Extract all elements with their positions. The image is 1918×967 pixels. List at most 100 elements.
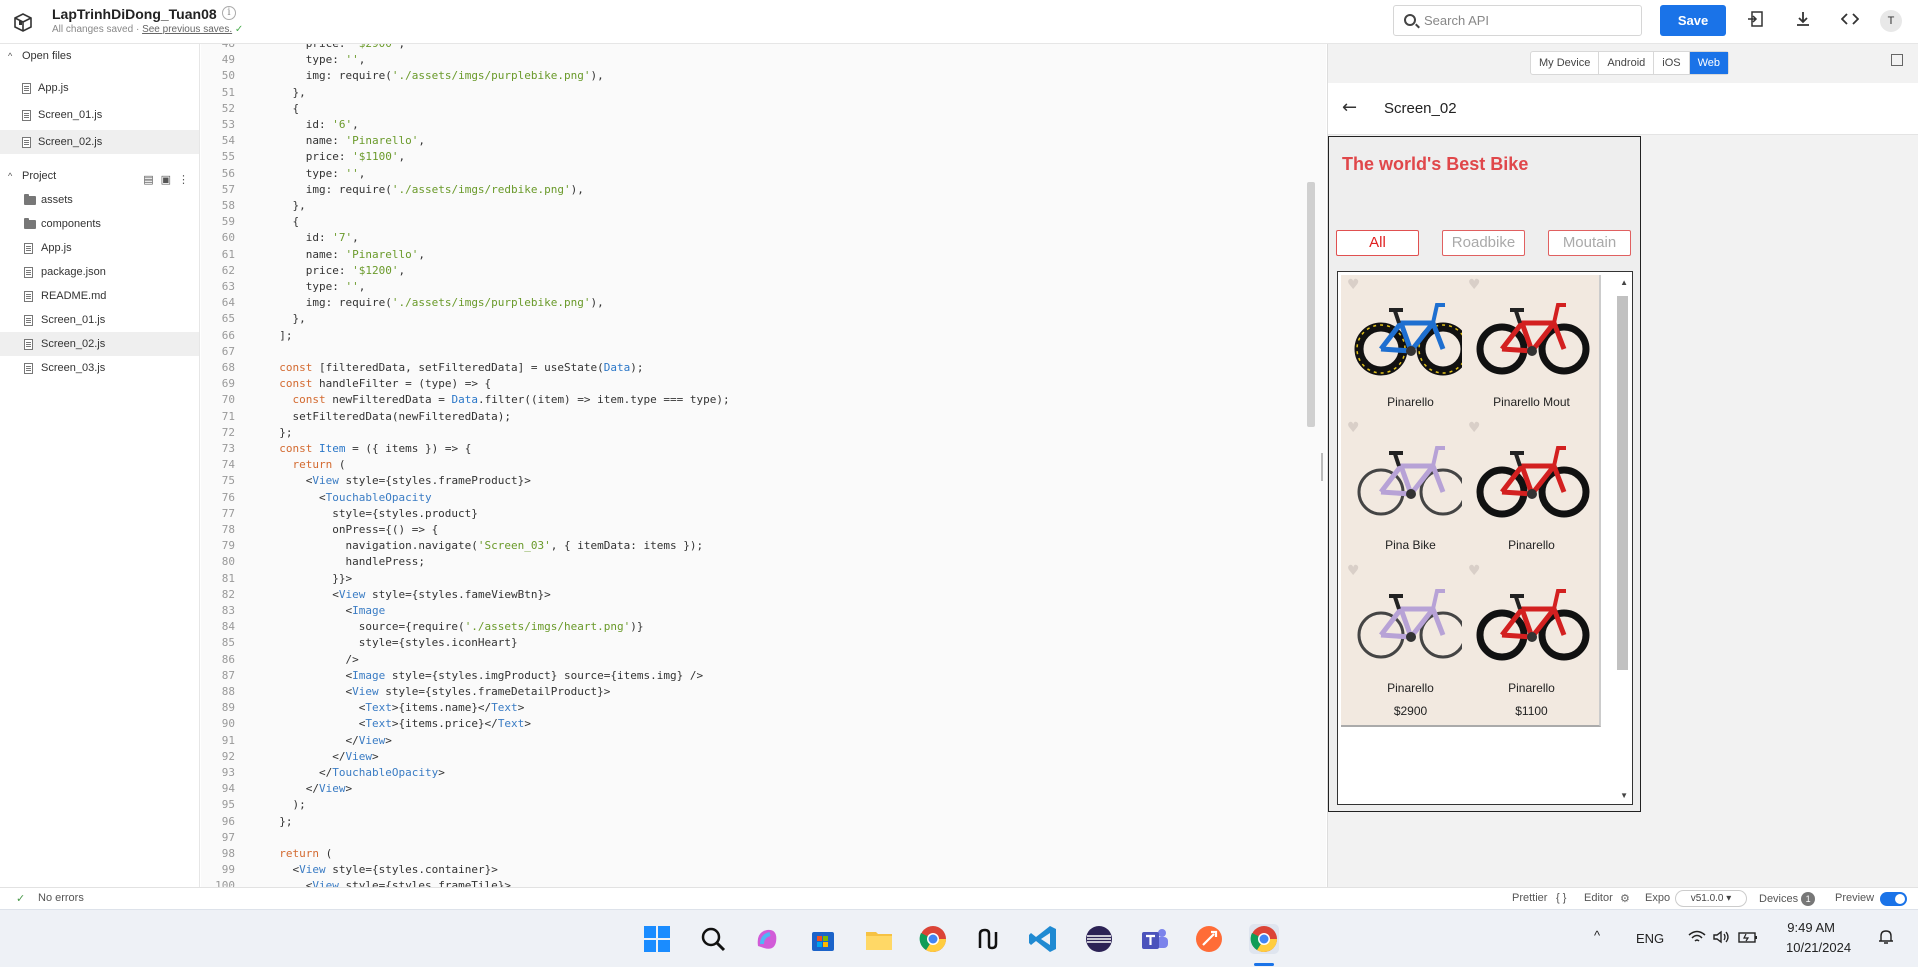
code-line[interactable]: 84 source={require('./assets/imgs/heart.… (201, 619, 1321, 635)
code-line[interactable]: 67 (201, 344, 1321, 360)
code-line[interactable]: 96 }; (201, 814, 1321, 830)
code-line[interactable]: 89 <Text>{items.name}</Text> (201, 700, 1321, 716)
postman-icon[interactable] (1194, 924, 1224, 954)
project-item-screen-01[interactable]: Screen_01.js (0, 308, 199, 332)
code-line[interactable]: 76 <TouchableOpacity (201, 490, 1321, 506)
project-item-assets[interactable]: assets (0, 188, 199, 212)
preview-toggle[interactable] (1880, 892, 1907, 906)
code-line[interactable]: 90 <Text>{items.price}</Text> (201, 716, 1321, 732)
tab-my-device[interactable]: My Device (1531, 52, 1600, 74)
notification-bell-icon[interactable] (1878, 929, 1894, 948)
code-line[interactable]: 57 img: require('./assets/imgs/redbike.p… (201, 182, 1321, 198)
open-files-header[interactable]: ^ Open files (0, 46, 199, 66)
code-line[interactable]: 69 const handleFilter = (type) => { (201, 376, 1321, 392)
open-in-new-window-icon[interactable] (1891, 54, 1903, 66)
filter-mountain-button[interactable]: Moutain (1548, 230, 1631, 256)
previous-saves-link[interactable]: See previous saves. (142, 24, 232, 35)
code-line[interactable]: 73 const Item = ({ items }) => { (201, 441, 1321, 457)
save-button[interactable]: Save (1660, 5, 1726, 36)
code-line[interactable]: 100 <View style={styles.frameTile}> (201, 878, 1321, 887)
battery-icon[interactable] (1738, 930, 1758, 947)
editor-settings[interactable]: Editor (1584, 892, 1613, 904)
sdk-version-select[interactable]: v51.0.0 ▾ (1675, 890, 1747, 907)
code-line[interactable]: 53 id: '6', (201, 117, 1321, 133)
snack-logo-icon[interactable] (12, 12, 34, 34)
devices-label[interactable]: Devices 1 (1759, 892, 1816, 906)
code-line[interactable]: 79 navigation.navigate('Screen_03', { it… (201, 538, 1321, 554)
project-item-screen-03[interactable]: Screen_03.js (0, 356, 199, 380)
code-line[interactable]: 75 <View style={styles.frameProduct}> (201, 473, 1321, 489)
teams-icon[interactable] (1139, 924, 1169, 954)
code-line[interactable]: 88 <View style={styles.frameDetailProduc… (201, 684, 1321, 700)
code-line[interactable]: 55 price: '$1100', (201, 149, 1321, 165)
code-line[interactable]: 54 name: 'Pinarello', (201, 133, 1321, 149)
wifi-icon[interactable] (1688, 930, 1706, 947)
code-line[interactable]: 93 </TouchableOpacity> (201, 765, 1321, 781)
vscode-icon[interactable] (1028, 924, 1058, 954)
new-file-icon[interactable]: ▤ (143, 174, 153, 186)
code-line[interactable]: 71 setFilteredData(newFilteredData); (201, 409, 1321, 425)
project-item-screen-02[interactable]: Screen_02.js (0, 332, 199, 356)
format-braces-icon[interactable]: { } (1556, 892, 1566, 904)
code-line[interactable]: 62 price: '$1200', (201, 263, 1321, 279)
tab-web[interactable]: Web (1689, 52, 1729, 74)
language-indicator[interactable]: ENG (1636, 931, 1664, 946)
code-line[interactable]: 97 (201, 830, 1321, 846)
scroll-thumb[interactable] (1617, 296, 1628, 670)
scroll-up-icon[interactable]: ▲ (1620, 278, 1628, 287)
code-editor[interactable]: 48 price: '$2900',49 type: '',50 img: re… (201, 44, 1326, 887)
code-line[interactable]: 58 }, (201, 198, 1321, 214)
list-scrollbar[interactable]: ▲ ▼ (1617, 276, 1631, 802)
app-n-icon[interactable] (974, 924, 1004, 954)
code-line[interactable]: 64 img: require('./assets/imgs/purplebik… (201, 295, 1321, 311)
project-header[interactable]: ^ Project ▤ ▣ ⋮ (0, 166, 199, 186)
filter-roadbike-button[interactable]: Roadbike (1442, 230, 1525, 256)
product-card[interactable]: ♥ Pinarello Mout$1500 (1462, 275, 1601, 441)
code-line[interactable]: 60 id: '7', (201, 230, 1321, 246)
back-arrow-icon[interactable]: ← (1342, 97, 1357, 118)
code-line[interactable]: 51 }, (201, 85, 1321, 101)
code-line[interactable]: 70 const newFilteredData = Data.filter((… (201, 392, 1321, 408)
open-file-app-js[interactable]: App.js (0, 76, 199, 100)
code-line[interactable]: 50 img: require('./assets/imgs/purplebik… (201, 68, 1321, 84)
copilot-icon[interactable] (752, 924, 782, 954)
code-line[interactable]: 86 /> (201, 652, 1321, 668)
microsoft-store-icon[interactable] (808, 924, 838, 954)
product-card[interactable]: ♥ Pina Bike$1600 (1341, 418, 1480, 584)
code-line[interactable]: 92 </View> (201, 749, 1321, 765)
errors-status[interactable]: No errors (38, 892, 84, 904)
code-line[interactable]: 78 onPress={() => { (201, 522, 1321, 538)
project-item-readme[interactable]: README.md (0, 284, 199, 308)
editor-scrollbar[interactable] (1307, 182, 1315, 427)
product-card[interactable]: ♥ Pinarello $2900 (1341, 561, 1480, 727)
code-line[interactable]: 66 ]; (201, 328, 1321, 344)
product-card[interactable]: ♥ Pinarello$1200 (1462, 418, 1601, 584)
filter-all-button[interactable]: All (1336, 230, 1419, 256)
tab-android[interactable]: Android (1599, 52, 1655, 74)
prettier-toggle[interactable]: Prettier (1512, 892, 1547, 904)
search-icon[interactable] (698, 924, 728, 954)
code-line[interactable]: 63 type: '', (201, 279, 1321, 295)
project-item-components[interactable]: components (0, 212, 199, 236)
code-line[interactable]: 87 <Image style={styles.imgProduct} sour… (201, 668, 1321, 684)
search-api-box[interactable] (1393, 5, 1642, 36)
code-line[interactable]: 68 const [filteredData, setFilteredData]… (201, 360, 1321, 376)
windows-start-icon[interactable] (642, 924, 672, 954)
code-line[interactable]: 99 <View style={styles.container}> (201, 862, 1321, 878)
code-line[interactable]: 61 name: 'Pinarello', (201, 247, 1321, 263)
chrome-active-icon[interactable] (1249, 924, 1279, 954)
pane-resize-handle[interactable] (1321, 453, 1323, 481)
chrome-icon[interactable] (918, 924, 948, 954)
code-line[interactable]: 56 type: '', (201, 166, 1321, 182)
code-line[interactable]: 91 </View> (201, 733, 1321, 749)
project-title[interactable]: LapTrinhDiDong_Tuan08 (52, 6, 217, 22)
new-folder-icon[interactable]: ▣ (161, 174, 171, 186)
code-line[interactable]: 52 { (201, 101, 1321, 117)
code-line[interactable]: 81 }}> (201, 571, 1321, 587)
code-line[interactable]: 74 return ( (201, 457, 1321, 473)
import-icon[interactable] (1746, 10, 1766, 30)
scroll-down-icon[interactable]: ▼ (1620, 791, 1628, 800)
project-item-package-json[interactable]: package.json (0, 260, 199, 284)
search-api-input[interactable] (1424, 6, 1634, 35)
user-avatar[interactable]: T (1880, 10, 1902, 32)
